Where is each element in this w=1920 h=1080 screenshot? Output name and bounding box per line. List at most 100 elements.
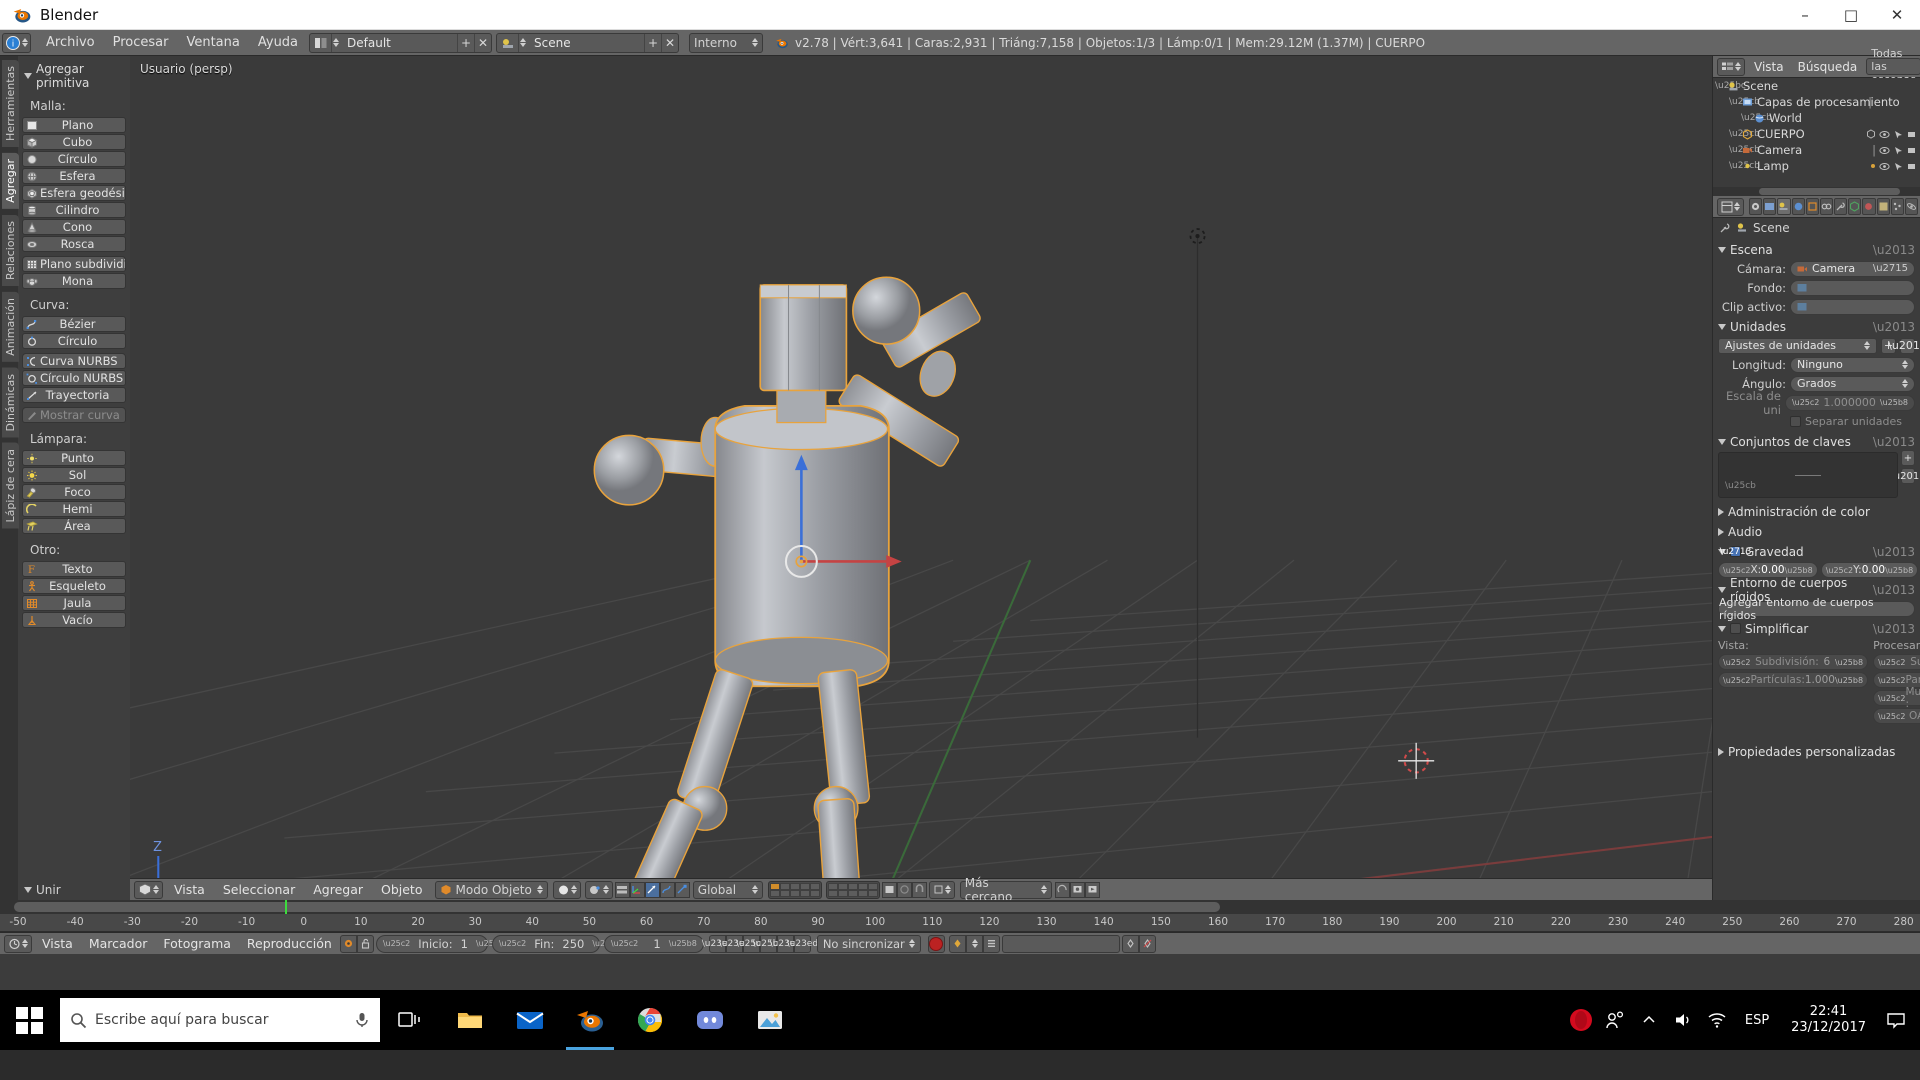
outliner-horizontal-scrollbar[interactable] xyxy=(1713,187,1920,196)
layer-column[interactable] xyxy=(857,882,868,897)
add-rigidbody-world-button[interactable]: Agregar entorno de cuerpos rígidos xyxy=(1718,596,1915,622)
scene-name[interactable]: Scene xyxy=(526,33,645,52)
prop-tab-constraints[interactable] xyxy=(1819,198,1834,215)
section-audio-header[interactable]: Audio xyxy=(1718,523,1915,540)
timeline-menu-vista[interactable]: Vista xyxy=(34,933,81,955)
jump-to-end-button[interactable]: \u23ed xyxy=(787,934,818,953)
timeline-scrollbar-thumb[interactable] xyxy=(14,902,1220,912)
snap-align-rotation-button[interactable] xyxy=(1054,881,1070,898)
decrement-arrow-icon[interactable]: \u25c2 xyxy=(499,939,526,948)
manipulator-rotate-button[interactable] xyxy=(644,881,660,898)
outliner-row-world[interactable]: \u25cb World xyxy=(1713,110,1920,126)
outliner-display-mode-selector[interactable]: Todas las escenas xyxy=(1866,47,1920,86)
field-clip-activo[interactable] xyxy=(1790,298,1915,315)
blender-icon[interactable] xyxy=(560,990,620,1050)
interaction-mode-selector[interactable]: Modo Objeto xyxy=(434,880,548,899)
expand-dot-icon[interactable]: \u25cb xyxy=(1729,145,1760,155)
render-muestras-field[interactable]: \u25c2 Muestras de : 16 \u25b8 xyxy=(1873,686,1920,710)
layer-cell[interactable] xyxy=(827,889,838,897)
tab-lapiz-de-cera[interactable]: Lápiz de cera xyxy=(2,443,19,529)
render-oa-tl-field[interactable]: \u25c2 OA y TL: 1.000 \u25b8 xyxy=(1873,708,1920,724)
outliner-row-lamp[interactable]: \u25cb Lamp xyxy=(1713,158,1920,174)
file-explorer-icon[interactable] xyxy=(440,990,500,1050)
section-conjuntos-header[interactable]: Conjuntos de claves \u2013 xyxy=(1718,433,1915,450)
scrollbar-thumb[interactable] xyxy=(1759,188,1900,195)
expand-dot-icon[interactable]: \u25cb xyxy=(1729,161,1760,171)
increment-arrow-icon[interactable]: \u25b8 xyxy=(1880,398,1908,407)
section-escena-header[interactable]: Escena \u2013 xyxy=(1718,241,1915,258)
remove-unit-preset-button[interactable]: \u2013 xyxy=(1888,337,1920,354)
increment-arrow-icon[interactable]: \u25b8 xyxy=(1835,658,1863,667)
viewport-shading-selector[interactable] xyxy=(552,880,581,899)
layer-cell[interactable] xyxy=(769,889,780,897)
keying-set-icon-button[interactable] xyxy=(948,934,966,953)
render-subdivision-field[interactable]: \u25c2 Subdivisión: 6 \u25b8 xyxy=(1873,654,1920,670)
eye-icon[interactable] xyxy=(1879,146,1890,155)
search-taskbar[interactable]: Escribe aquí para buscar xyxy=(60,998,380,1042)
notification-center-icon[interactable] xyxy=(1878,990,1914,1050)
pivot-point-selector[interactable] xyxy=(584,880,613,899)
tab-animacion[interactable]: Animación xyxy=(2,291,19,362)
microphone-icon[interactable] xyxy=(354,1011,370,1029)
screen-layout-datablock[interactable]: Default + ✕ xyxy=(309,32,493,53)
add-lampara-area-button[interactable]: Área xyxy=(22,518,126,534)
section-simplificar-header[interactable]: Simplificar \u2013 xyxy=(1718,620,1915,637)
tab-dinamicas[interactable]: Dinámicas xyxy=(2,367,19,438)
expand-dot-icon[interactable]: \u25cb xyxy=(1741,113,1772,123)
decrement-arrow-icon[interactable]: \u25c2 xyxy=(1878,712,1905,721)
scene-layers-bottom[interactable] xyxy=(825,880,880,899)
layer-cell[interactable] xyxy=(769,882,780,890)
viewport-menu-objeto[interactable]: Objeto xyxy=(372,879,432,901)
eye-icon[interactable] xyxy=(1879,130,1890,139)
panel-agregar-primitiva[interactable]: Agregar primitiva xyxy=(22,60,126,94)
outliner-row-icons-lamp[interactable] xyxy=(1868,161,1878,171)
add-curva-nurbs-button[interactable]: Curva NURBS xyxy=(22,353,126,369)
people-icon[interactable] xyxy=(1599,990,1631,1050)
layer-cell[interactable] xyxy=(867,889,878,897)
add-circulo-nurbs-button[interactable]: Círculo NURBS xyxy=(22,370,126,386)
section-color-admin-header[interactable]: Administración de color xyxy=(1718,503,1915,520)
eye-icon[interactable] xyxy=(1879,162,1890,171)
field-unit-preset[interactable]: Ajustes de unidades xyxy=(1718,337,1877,354)
field-angulo[interactable]: Grados xyxy=(1790,375,1915,392)
decrement-arrow-icon[interactable]: \u25c2 xyxy=(1878,658,1905,667)
viewport-menu-agregar[interactable]: Agregar xyxy=(304,879,372,901)
keying-set-name-field[interactable] xyxy=(1001,934,1120,953)
layer-column[interactable] xyxy=(847,882,858,897)
layer-cell[interactable] xyxy=(867,882,878,890)
outliner-menu-vista[interactable]: Vista xyxy=(1747,56,1791,78)
increment-arrow-icon[interactable]: \u25b8 xyxy=(1785,566,1813,575)
cursor-select-icon[interactable] xyxy=(1893,130,1904,139)
editor-type-selector-timeline[interactable] xyxy=(4,934,32,953)
layer-cell[interactable] xyxy=(779,882,790,890)
expand-triangle-icon[interactable]: \u25bc xyxy=(1715,81,1746,91)
mostrar-curva-button[interactable]: Mostrar curva xyxy=(22,407,126,423)
layer-cell[interactable] xyxy=(799,882,810,890)
snap-element-selector[interactable] xyxy=(928,880,955,899)
timeline-menu-marcador[interactable]: Marcador xyxy=(81,933,156,955)
add-lampara-foco-button[interactable]: Foco xyxy=(22,484,126,500)
auto-keyframe-button[interactable] xyxy=(927,934,945,953)
layer-cell[interactable] xyxy=(827,882,838,890)
transform-orientation-selector[interactable]: Global xyxy=(692,880,763,899)
layer-column[interactable] xyxy=(769,882,780,897)
outliner-row-render-layers[interactable]: \u25cb Capas de procesamiento | xyxy=(1713,94,1920,110)
lamp-data-icon[interactable] xyxy=(1868,161,1878,171)
decrement-arrow-icon[interactable]: \u25c2 xyxy=(1826,566,1853,575)
field-camara[interactable]: Camera \u2715 xyxy=(1790,260,1915,277)
decrement-arrow-icon[interactable]: \u25c2 xyxy=(1792,398,1819,407)
mesh-data-icon[interactable] xyxy=(1866,129,1876,139)
outliner-row-camera[interactable]: \u25cb Camera | xyxy=(1713,142,1920,158)
section-custom-props-header[interactable]: Propiedades personalizadas xyxy=(1718,743,1915,760)
outliner-row-cuerpo[interactable]: \u25cb CUERPO xyxy=(1713,126,1920,142)
outliner-tree[interactable]: \u25bc Scene \u25cb Capas de procesamien… xyxy=(1713,78,1920,196)
outliner-row-scene[interactable]: \u25bc Scene xyxy=(1713,78,1920,94)
outliner-menu-busqueda[interactable]: Búsqueda xyxy=(1791,56,1865,78)
layer-column[interactable] xyxy=(789,882,800,897)
manipulator-toggle-button[interactable] xyxy=(614,881,630,898)
3d-viewport[interactable]: Z Y Usuario (persp) (1) CUERPO Vista Sel… xyxy=(130,56,1712,900)
keying-set-dropdown[interactable] xyxy=(965,934,983,953)
start-frame-field[interactable]: \u25c2 Inicio: 1 \u25b8 xyxy=(375,934,504,953)
camera-render-icon[interactable] xyxy=(1907,130,1918,139)
add-lampara-sol-button[interactable]: Sol xyxy=(22,467,126,483)
